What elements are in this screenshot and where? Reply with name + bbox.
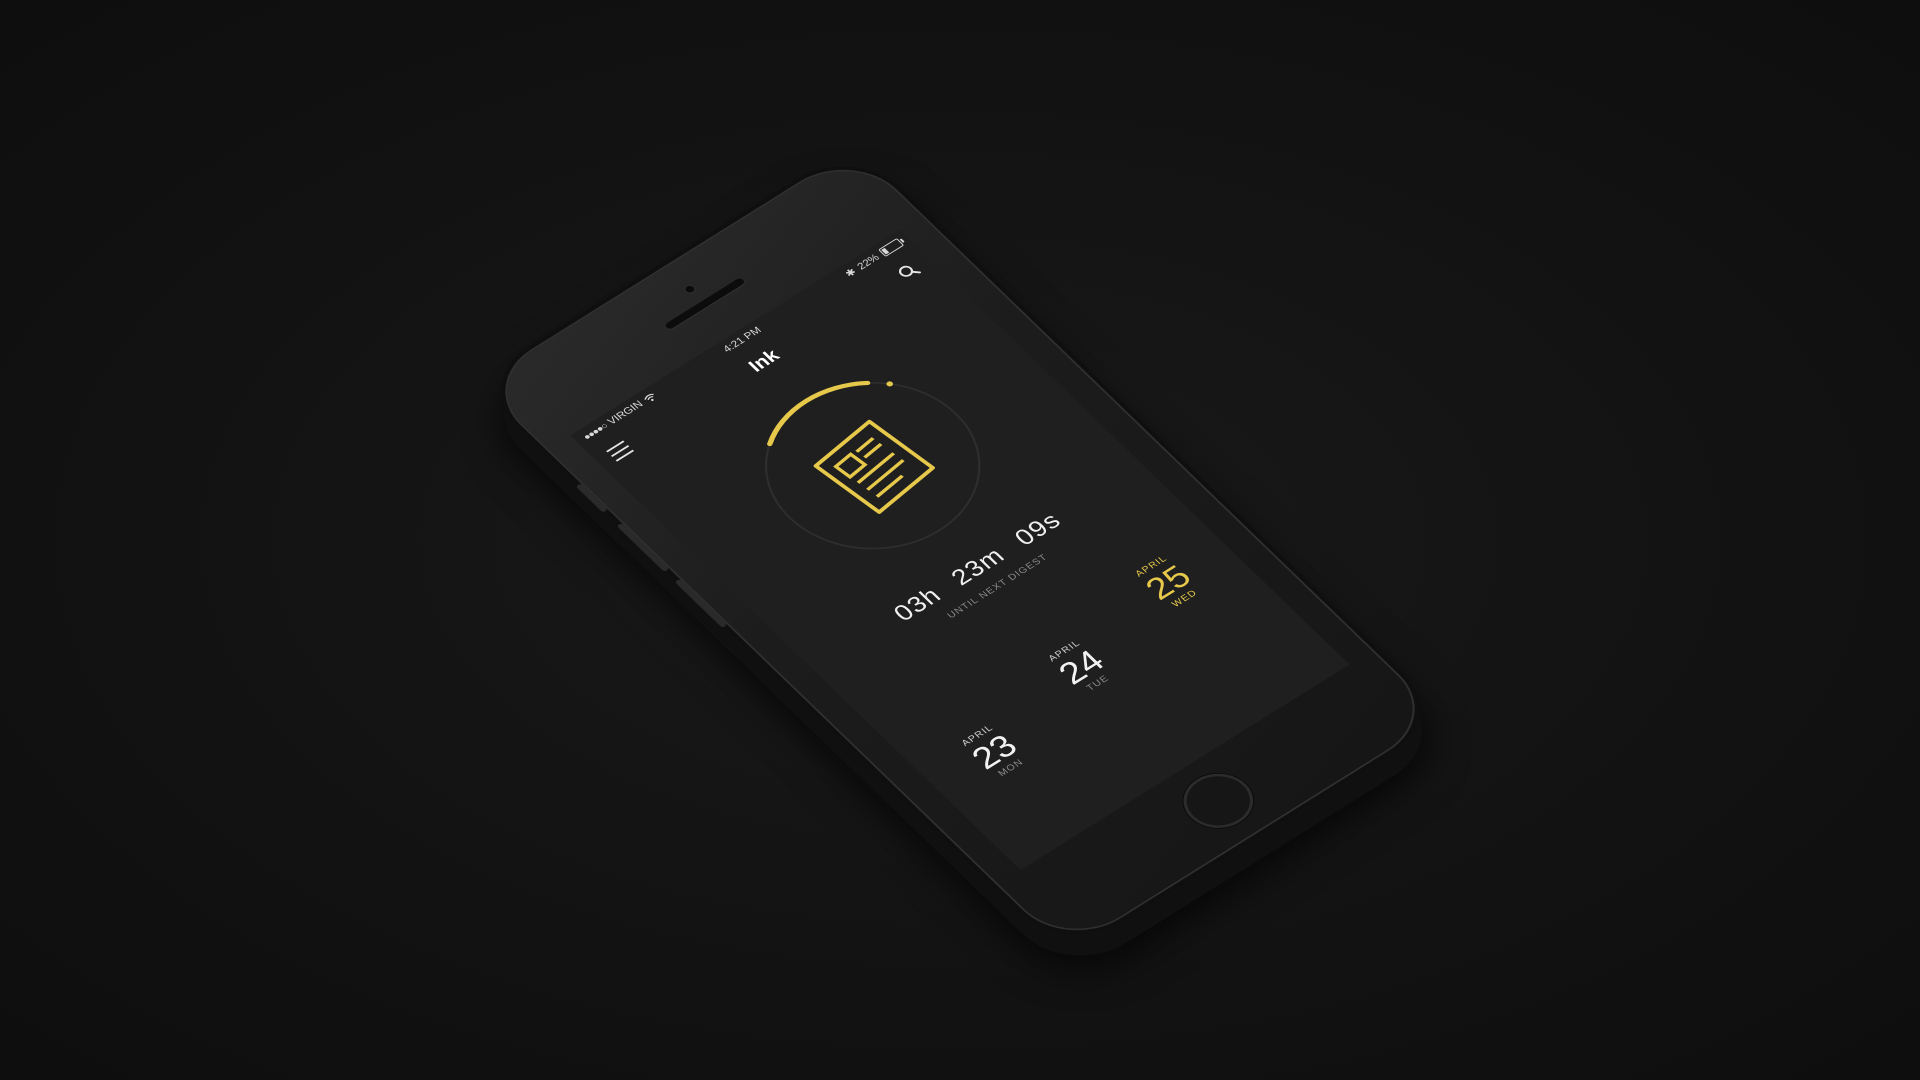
ring-progress-arc — [763, 380, 983, 551]
date-item-april-25[interactable]: APRIL 25 WED — [1101, 534, 1235, 632]
newspaper-icon — [813, 419, 936, 514]
phone-body: ●●●●○ VIRGIN 4:21 PM ✱ 22% Ink 03h 23m 0… — [480, 150, 1440, 950]
date-item-april-24[interactable]: APRIL 24 TUE — [1014, 618, 1148, 716]
earpiece-speaker — [664, 277, 746, 331]
mockup-stage: ●●●●○ VIRGIN 4:21 PM ✱ 22% Ink 03h 23m 0… — [0, 0, 1920, 1080]
date-item-april-23[interactable]: APRIL 23 MON — [927, 703, 1061, 801]
volume-up-button — [616, 522, 670, 573]
app-screen: ●●●●○ VIRGIN 4:21 PM ✱ 22% Ink 03h 23m 0… — [570, 229, 1350, 871]
ring-progress-dot — [886, 381, 893, 387]
front-camera — [683, 284, 697, 294]
phone-mockup: ●●●●○ VIRGIN 4:21 PM ✱ 22% Ink 03h 23m 0… — [480, 150, 1440, 950]
volume-down-button — [674, 578, 728, 629]
mute-switch — [575, 483, 609, 513]
home-button[interactable] — [1169, 762, 1268, 839]
